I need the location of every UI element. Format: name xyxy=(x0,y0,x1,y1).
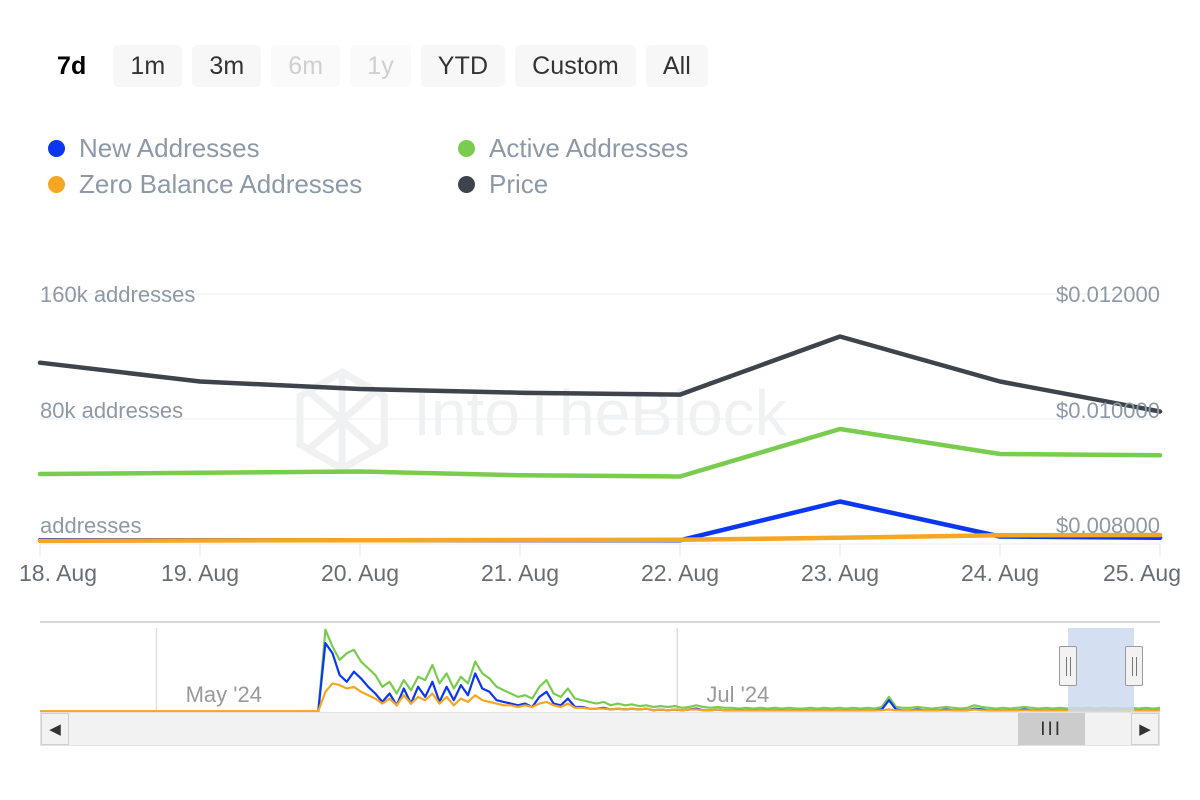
x-axis-tick: 22. Aug xyxy=(640,560,720,586)
left-axis-tick-0: addresses xyxy=(40,513,142,538)
navigator-handle-left[interactable] xyxy=(1059,646,1078,686)
x-axis-tick: 19. Aug xyxy=(160,560,240,586)
right-axis-tick-low: $0.008000 xyxy=(1056,513,1160,538)
x-axis-tick: 18. Aug xyxy=(18,560,98,586)
legend-row: New Addresses Active Addresses xyxy=(48,130,808,166)
right-axis-tick-mid: $0.010000 xyxy=(1056,398,1160,423)
scrollbar-track[interactable]: III xyxy=(69,713,1131,745)
legend-item-new-addresses[interactable]: New Addresses xyxy=(48,130,458,166)
grip-icon: III xyxy=(1040,718,1063,740)
legend-label: Price xyxy=(489,169,549,199)
legend-label: New Addresses xyxy=(79,133,260,163)
navigator-scrollbar[interactable]: ◀ III ▶ xyxy=(40,712,1160,746)
scroll-right-arrow-icon[interactable]: ▶ xyxy=(1131,713,1159,745)
left-axis-tick-160k: 160k addresses xyxy=(40,282,196,307)
range-button-1y: 1y xyxy=(350,45,411,87)
legend-dot-icon xyxy=(48,175,65,193)
range-button-1m[interactable]: 1m xyxy=(113,45,183,87)
price-and-addresses-chart[interactable]: IntoTheBlock 160k addresses 80k addresse… xyxy=(0,250,1200,600)
x-axis: 18. Aug 19. Aug 20. Aug 21. Aug 22. Aug 23. A… xyxy=(19,550,1181,590)
left-axis-tick-80k: 80k addresses xyxy=(40,398,184,423)
legend-item-active-addresses[interactable]: Active Addresses xyxy=(458,130,688,166)
right-axis-tick-high: $0.012000 xyxy=(1056,282,1160,307)
x-axis-tick: 25. Aug xyxy=(1102,560,1182,586)
svg-text:IntoTheBlock: IntoTheBlock xyxy=(413,377,788,449)
legend-dot-icon xyxy=(48,139,65,157)
range-button-6m: 6m xyxy=(271,45,341,87)
x-axis-tick: 24. Aug xyxy=(960,560,1040,586)
legend-item-zero-balance-addresses[interactable]: Zero Balance Addresses xyxy=(48,166,458,202)
chart-widget: 7d 1m 3m 6m 1y YTD Custom All New Addresses Act… xyxy=(0,0,1200,800)
series-line-zero-balance-addresses xyxy=(37,532,1163,544)
legend-dot-icon xyxy=(458,139,475,157)
legend-item-price[interactable]: Price xyxy=(458,166,548,202)
x-axis-tick: 20. Aug xyxy=(320,560,400,586)
chart-legend: New Addresses Active Addresses Zero Bala… xyxy=(48,130,808,202)
legend-dot-icon xyxy=(458,175,475,193)
range-button-ytd[interactable]: YTD xyxy=(420,45,506,87)
range-button-all[interactable]: All xyxy=(645,45,708,87)
navigator-month-label: Jul '24 xyxy=(706,682,770,707)
range-button-custom[interactable]: Custom xyxy=(515,45,636,87)
legend-label: Active Addresses xyxy=(489,133,689,163)
legend-label: Zero Balance Addresses xyxy=(79,169,363,199)
range-button-7d[interactable]: 7d xyxy=(40,45,103,87)
watermark: IntoTheBlock xyxy=(296,367,788,473)
scroll-left-arrow-icon[interactable]: ◀ xyxy=(41,713,69,745)
x-axis-tick: 21. Aug xyxy=(480,560,560,586)
legend-row: Zero Balance Addresses Price xyxy=(48,166,808,202)
navigator-month-label: May '24 xyxy=(185,682,262,707)
navigator-handle-right[interactable] xyxy=(1125,646,1144,686)
scrollbar-thumb[interactable]: III xyxy=(1017,713,1085,745)
x-axis-tick: 23. Aug xyxy=(800,560,880,586)
range-selector: 7d 1m 3m 6m 1y YTD Custom All xyxy=(40,44,708,88)
range-button-3m[interactable]: 3m xyxy=(192,45,262,87)
